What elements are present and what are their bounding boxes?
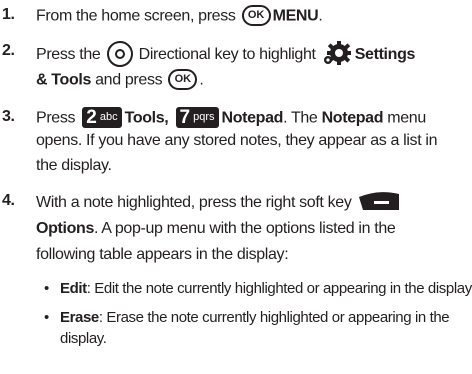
step-text: Directional key to highlight: [134, 46, 320, 64]
step-number: 3.: [2, 108, 15, 125]
bullet-dot: •: [44, 280, 49, 297]
step-text: . A pop-up menu with the options listed …: [94, 220, 396, 237]
step-line: With a note highlighted, press the right…: [36, 192, 401, 214]
options-label: Options: [36, 220, 94, 237]
right-soft-key-icon: [357, 190, 401, 212]
step-line: From the home screen, press OK MENU.: [36, 5, 323, 27]
step-number: 1.: [2, 6, 15, 23]
step-line: the display.: [36, 157, 112, 174]
step-number: 2.: [2, 42, 15, 59]
tools-label: Tools,: [124, 109, 169, 127]
step-number: 4.: [2, 192, 15, 209]
ok-key-icon: OK: [241, 5, 271, 26]
step-line: following table appears in the display:: [36, 246, 289, 263]
settings-label: Settings: [354, 46, 416, 64]
notepad-label: Notepad: [321, 109, 384, 127]
step-text: Press: [36, 109, 80, 127]
option-text: Erase: Erase the note currently highligh…: [60, 309, 450, 326]
key-digit: 7: [179, 107, 191, 128]
tools-label: & Tools: [36, 71, 92, 89]
option-term: Erase: [60, 309, 99, 326]
step-line: Press 2 abc Tools, 7 pqrs Notepad. The Notep…: [36, 107, 426, 129]
option-description: : Erase the note currently highlighted o…: [98, 309, 450, 326]
key-digit: 2: [86, 107, 97, 128]
key-letters: pqrs: [193, 111, 215, 123]
step-text: With a note highlighted, press the right…: [36, 194, 352, 212]
option-description: display.: [60, 330, 107, 347]
step-text: menu: [383, 109, 426, 127]
bullet-dot: •: [44, 309, 49, 326]
step-text: Press the: [36, 46, 105, 64]
ok-key-icon: OK: [168, 69, 198, 90]
option-description: : Edit the note currently highlighted or…: [86, 280, 472, 297]
step-line: Press the Directional key to highlight S…: [36, 40, 416, 68]
directional-key-icon: [106, 41, 133, 67]
key-7pqrs-icon: 7 pqrs: [175, 107, 219, 128]
step-line: Options. A pop-up menu with the options …: [36, 220, 396, 238]
key-letters: abc: [99, 111, 118, 123]
step-text: .: [318, 7, 323, 25]
settings-gear-icon: [322, 40, 352, 66]
step-text: and press: [91, 71, 167, 89]
key-2abc-icon: 2 abc: [82, 107, 122, 128]
step-text: . The: [283, 109, 322, 127]
notepad-label: Notepad: [221, 109, 284, 127]
option-text: Edit: Edit the note currently highlighte…: [60, 280, 472, 297]
step-line: opens. If you have any stored notes, the…: [36, 132, 438, 149]
option-term: Edit: [60, 280, 87, 297]
step-text: From the home screen, press: [36, 7, 240, 25]
step-line: & Tools and press OK.: [36, 69, 204, 91]
instruction-page: 1. From the home screen, press OK MENU. 2…: [0, 0, 472, 374]
step-text: .: [199, 71, 204, 89]
menu-label: MENU: [272, 7, 319, 25]
